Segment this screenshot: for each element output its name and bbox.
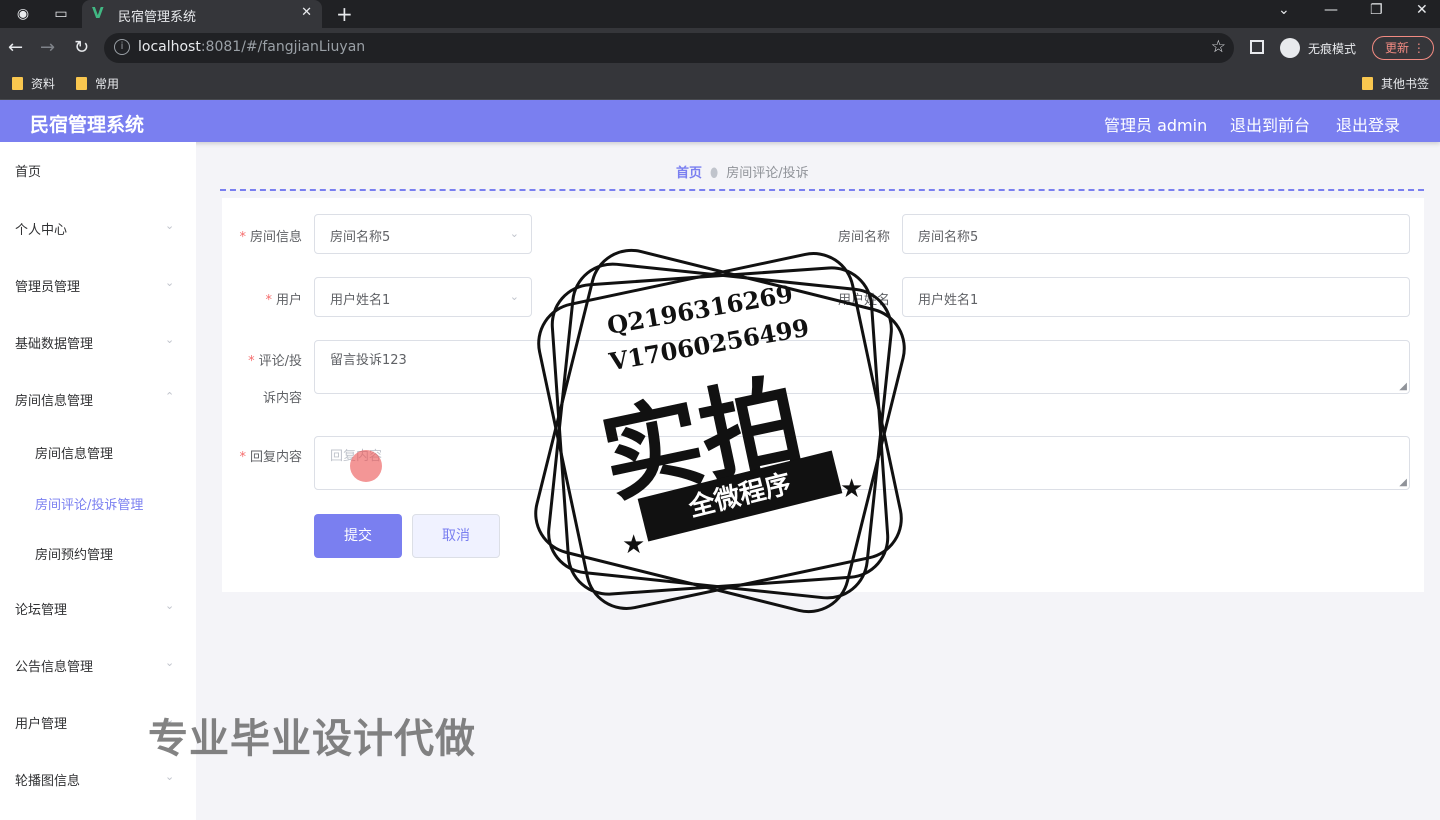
window-icon[interactable]: ▭ xyxy=(52,5,70,23)
resize-handle-icon[interactable]: ◢ xyxy=(1399,477,1407,488)
address-bar: ← → ↻ i localhost:8081/#/fangjianLiuyan … xyxy=(0,28,1440,68)
sidebar-item-base-data[interactable]: 基础数据管理 ⌄ xyxy=(15,333,174,352)
divider xyxy=(220,189,1424,191)
star-icon: ★ xyxy=(840,474,864,504)
forward-icon[interactable]: → xyxy=(40,37,55,59)
globe-icon[interactable]: ◉ xyxy=(14,5,32,23)
star-icon: ★ xyxy=(622,530,646,560)
incognito-icon[interactable] xyxy=(1280,38,1300,58)
sidebar-item-profile[interactable]: 个人中心 ⌄ xyxy=(15,219,174,238)
folder-icon xyxy=(12,77,23,90)
url-input[interactable]: i localhost:8081/#/fangjianLiuyan ☆ xyxy=(104,33,1234,63)
user-label: * 用户 xyxy=(265,293,302,308)
update-button[interactable]: 更新 ⋮ xyxy=(1372,36,1434,60)
chevron-down-icon: ⌄ xyxy=(165,333,175,346)
sidebar-item-forum[interactable]: 论坛管理 ⌄ xyxy=(15,599,174,618)
comment-label: * 评论/投 xyxy=(248,354,302,369)
bookmark-folder[interactable]: 常用 xyxy=(76,75,119,92)
reload-icon[interactable]: ↻ xyxy=(74,37,89,59)
user-select[interactable]: 用户姓名1 ⌄ xyxy=(314,277,532,317)
chevron-up-icon: ⌃ xyxy=(165,390,175,403)
chevron-down-icon: ⌄ xyxy=(165,770,175,783)
user-name-field[interactable]: 用户姓名1 xyxy=(902,277,1410,317)
back-icon[interactable]: ← xyxy=(8,37,23,59)
new-tab-icon[interactable]: + xyxy=(336,2,353,26)
chevron-down-icon: ⌄ xyxy=(165,599,175,612)
resize-handle-icon[interactable]: ◢ xyxy=(1399,381,1407,392)
reply-label: * 回复内容 xyxy=(239,450,302,465)
breadcrumb: 首页 ⬮ 房间评论/投诉 xyxy=(676,162,809,181)
folder-icon xyxy=(76,77,87,90)
logout-link[interactable]: 退出登录 xyxy=(1336,112,1400,136)
incognito-label: 无痕模式 xyxy=(1308,42,1357,56)
breadcrumb-current: 房间评论/投诉 xyxy=(726,166,809,181)
chevron-down-icon: ⌄ xyxy=(509,290,519,303)
chevron-down-icon: ⌄ xyxy=(509,227,519,240)
tab-search-icon[interactable]: ⌄ xyxy=(1278,2,1290,18)
minimize-icon[interactable]: — xyxy=(1324,2,1338,18)
sidebar-item-admins[interactable]: 管理员管理 ⌄ xyxy=(15,276,174,295)
tab-title: 民宿管理系统 xyxy=(118,10,197,25)
comment-label-line2: 诉内容 xyxy=(262,391,302,406)
side-panel-icon[interactable] xyxy=(1250,40,1264,54)
browser-tab-bar: ◉ ▭ V 民宿管理系统 ✕ + ⌄ — ❐ ✕ xyxy=(0,0,1440,28)
sidebar-subitem-room-booking[interactable]: 房间预约管理 xyxy=(35,544,113,563)
sidebar-item-room-info[interactable]: 房间信息管理 ⌃ xyxy=(15,390,174,409)
admin-label: 管理员 admin xyxy=(1104,116,1208,135)
window-close-icon[interactable]: ✕ xyxy=(1416,2,1428,18)
sidebar-item-notices[interactable]: 公告信息管理 ⌄ xyxy=(15,656,174,675)
chevron-down-icon: ⌄ xyxy=(165,656,175,669)
sidebar-item-carousel[interactable]: 轮播图信息 ⌄ xyxy=(15,770,174,789)
app-header: 民宿管理系统 管理员 admin 退出到前台 退出登录 xyxy=(0,100,1440,142)
sidebar-item-home[interactable]: 首页 xyxy=(15,161,41,180)
url-text: localhost:8081/#/fangjianLiuyan xyxy=(138,39,366,55)
breadcrumb-home[interactable]: 首页 xyxy=(676,166,702,181)
browser-tab[interactable]: V 民宿管理系统 ✕ xyxy=(82,0,322,28)
breadcrumb-separator-icon: ⬮ xyxy=(710,166,719,181)
mouse-cursor-indicator xyxy=(350,450,382,482)
folder-icon xyxy=(1362,77,1373,90)
bookmarks-bar: 资料 常用 其他书签 xyxy=(0,68,1440,100)
cancel-button[interactable]: 取消 xyxy=(412,514,500,558)
room-info-label: * 房间信息 xyxy=(239,230,302,245)
other-bookmarks[interactable]: 其他书签 xyxy=(1362,75,1429,92)
room-info-select[interactable]: 房间名称5 ⌄ xyxy=(314,214,532,254)
bottom-watermark: 专业毕业设计代做 xyxy=(148,716,476,762)
chevron-down-icon: ⌄ xyxy=(165,219,175,232)
restore-icon[interactable]: ❐ xyxy=(1370,2,1383,18)
sidebar-subitem-room-comments[interactable]: 房间评论/投诉管理 xyxy=(35,494,143,513)
close-tab-icon[interactable]: ✕ xyxy=(301,5,312,20)
app-brand: 民宿管理系统 xyxy=(30,114,145,136)
to-front-link[interactable]: 退出到前台 xyxy=(1230,112,1310,136)
sidebar-item-users[interactable]: 用户管理 ⌄ xyxy=(15,713,174,732)
chevron-down-icon: ⌄ xyxy=(165,276,175,289)
bookmark-folder[interactable]: 资料 xyxy=(12,75,55,92)
bookmark-star-icon[interactable]: ☆ xyxy=(1211,37,1226,57)
site-info-icon[interactable]: i xyxy=(114,39,130,55)
submit-button[interactable]: 提交 xyxy=(314,514,402,558)
vue-logo-icon: V xyxy=(92,4,104,22)
sidebar-subitem-room-info[interactable]: 房间信息管理 xyxy=(35,443,113,462)
room-name-field[interactable]: 房间名称5 xyxy=(902,214,1410,254)
